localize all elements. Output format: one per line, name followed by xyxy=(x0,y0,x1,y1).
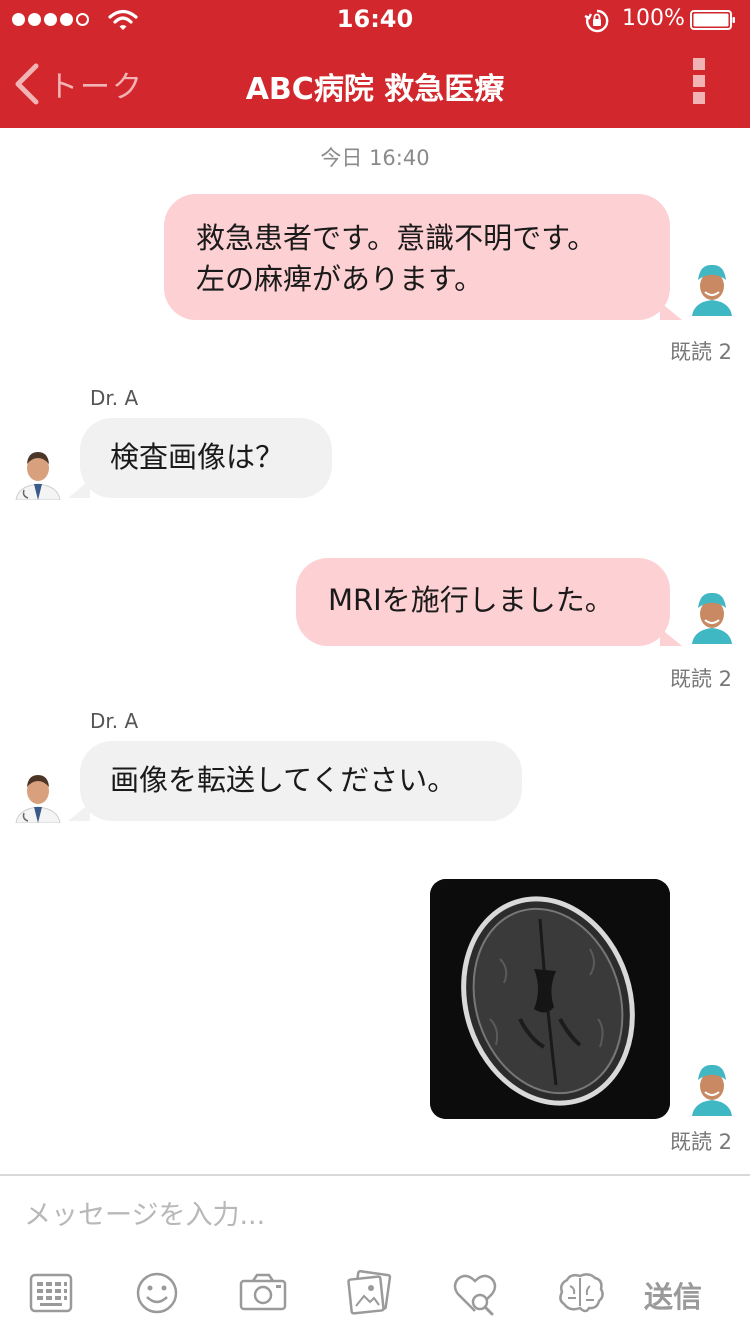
message-bubble-incoming[interactable]: 検査画像は？ xyxy=(68,418,332,498)
mri-image-message[interactable] xyxy=(430,879,670,1119)
sender-name: Dr. A xyxy=(90,709,139,733)
avatar[interactable] xyxy=(688,260,736,316)
avatar[interactable] xyxy=(688,588,736,644)
read-receipt: 既読 2 xyxy=(669,340,732,364)
orientation-lock-icon xyxy=(584,9,609,33)
gallery-icon[interactable] xyxy=(344,1268,394,1318)
status-bar: 16:40 100% xyxy=(0,0,750,40)
avatar[interactable] xyxy=(14,767,62,823)
battery-percent: 100% xyxy=(622,6,685,31)
message-bubble-incoming[interactable]: 画像を転送してください。 xyxy=(68,741,522,821)
camera-icon[interactable] xyxy=(238,1268,288,1318)
keyboard-icon[interactable] xyxy=(26,1268,76,1318)
message-text: 救急患者です。意識不明です。 左の麻痺があります。 xyxy=(196,221,597,296)
read-receipt: 既読 2 xyxy=(669,667,732,691)
message-composer: 送信 xyxy=(0,1174,750,1336)
message-text: 検査画像は？ xyxy=(110,440,285,474)
app-header: 16:40 100% トーク ABC病院 救急医療 xyxy=(0,0,750,128)
emoji-icon[interactable] xyxy=(132,1268,182,1318)
more-options-icon[interactable] xyxy=(688,58,710,108)
message-text: MRIを施行しました。 xyxy=(328,583,614,617)
message-bubble-outgoing[interactable]: MRIを施行しました。 xyxy=(296,558,682,646)
sender-name: Dr. A xyxy=(90,386,139,410)
mri-brain-image xyxy=(430,879,670,1119)
avatar[interactable] xyxy=(14,444,62,500)
heart-search-icon[interactable] xyxy=(450,1268,500,1318)
composer-toolbar: 送信 xyxy=(0,1268,750,1326)
message-text: 画像を転送してください。 xyxy=(110,763,457,797)
message-input[interactable] xyxy=(22,1194,586,1236)
battery-icon xyxy=(690,10,735,30)
read-receipt: 既読 2 xyxy=(669,1130,732,1154)
send-button[interactable]: 送信 xyxy=(644,1274,702,1316)
date-separator: 今日 16:40 xyxy=(320,146,430,170)
message-bubble-outgoing[interactable]: 救急患者です。意識不明です。 左の麻痺があります。 xyxy=(164,194,682,320)
avatar[interactable] xyxy=(688,1060,736,1116)
chat-title: ABC病院 救急医療 xyxy=(245,72,505,107)
brain-icon[interactable] xyxy=(556,1268,606,1318)
chat-area[interactable]: 今日 16:40 救急患者です。意識不明です。 左の麻痺があります。 既読 2 … xyxy=(0,128,750,1173)
